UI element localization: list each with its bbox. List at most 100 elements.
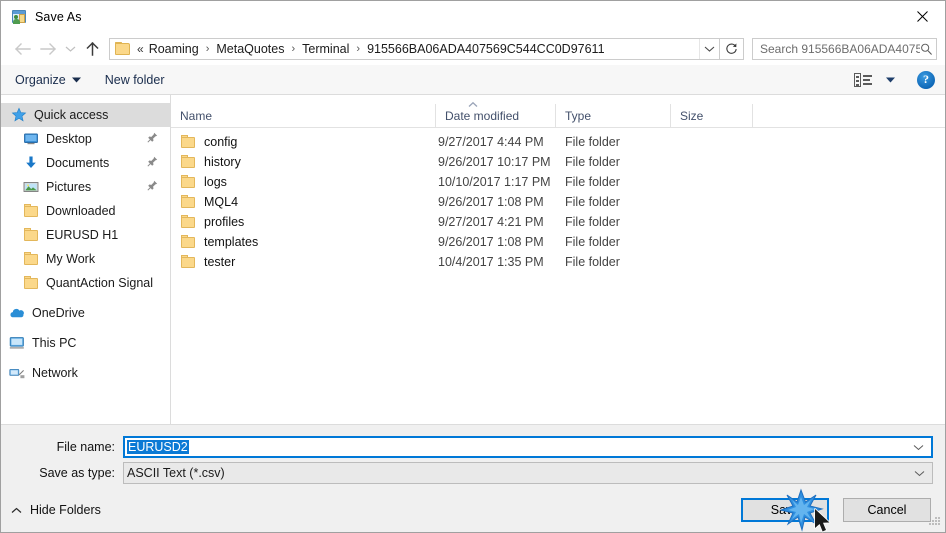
file-type-cell: File folder	[565, 215, 620, 229]
filename-label: File name:	[56, 440, 115, 454]
sidebar-item-documents[interactable]: Documents	[1, 151, 170, 175]
forward-button[interactable]	[35, 36, 61, 62]
view-mode-button[interactable]	[854, 72, 895, 87]
table-row[interactable]: config 9/27/2017 4:44 PM File folder	[171, 132, 945, 152]
sidebar-item-my-work[interactable]: My Work	[1, 247, 170, 271]
up-one-level-button[interactable]	[79, 36, 105, 62]
chevron-down-icon	[704, 46, 715, 52]
chevron-down-icon	[914, 470, 925, 476]
close-icon	[916, 10, 928, 22]
forward-arrow-icon	[39, 42, 56, 55]
column-header-size[interactable]: Size	[671, 104, 753, 127]
address-dropdown-button[interactable]	[699, 38, 719, 59]
filetype-dropdown-button[interactable]	[914, 463, 925, 483]
sidebar-item-quantaction-signal[interactable]: QuantAction Signal	[1, 271, 170, 295]
file-date-cell: 9/26/2017 1:08 PM	[438, 195, 544, 209]
save-as-dialog: Save As « Roaming › MetaQuotes › Termina…	[0, 0, 946, 533]
filetype-value: ASCII Text (*.csv)	[127, 466, 225, 480]
column-header-date-modified[interactable]: Date modified	[436, 104, 556, 127]
sidebar-item-label: Documents	[46, 156, 110, 170]
sidebar-item-label: Downloaded	[46, 204, 116, 218]
file-type-cell: File folder	[565, 255, 620, 269]
folder-icon	[180, 174, 196, 190]
new-folder-label: New folder	[104, 72, 165, 87]
file-name-cell: logs	[171, 174, 436, 190]
sidebar-item-desktop[interactable]: Desktop	[1, 127, 170, 151]
sidebar-item-this-pc[interactable]: This PC	[1, 331, 170, 355]
filename-row: File name: EURUSD2	[1, 436, 945, 458]
table-row[interactable]: logs 10/10/2017 1:17 PM File folder	[171, 172, 945, 192]
breadcrumb-overflow[interactable]: «	[135, 42, 146, 56]
sidebar-item-eurusd-h1[interactable]: EURUSD H1	[1, 223, 170, 247]
save-button[interactable]: Save	[741, 498, 829, 522]
breadcrumb-item-roaming[interactable]: Roaming	[146, 42, 202, 56]
file-name-label: logs	[204, 175, 227, 189]
file-date-cell: 9/27/2017 4:21 PM	[438, 215, 544, 229]
sidebar-item-onedrive[interactable]: OneDrive	[1, 301, 170, 325]
table-row[interactable]: tester 10/4/2017 1:35 PM File folder	[171, 252, 945, 272]
download-arrow-icon	[23, 155, 39, 171]
table-row[interactable]: profiles 9/27/2017 4:21 PM File folder	[171, 212, 945, 232]
table-row[interactable]: MQL4 9/26/2017 1:08 PM File folder	[171, 192, 945, 212]
save-as-icon	[11, 9, 27, 25]
column-header-type[interactable]: Type	[556, 104, 671, 127]
sidebar-item-quick-access[interactable]: Quick access	[1, 103, 170, 127]
folder-icon	[23, 275, 39, 291]
sidebar-item-label: OneDrive	[32, 306, 85, 320]
sidebar-item-network[interactable]: Network	[1, 361, 170, 385]
hide-folders-button[interactable]: Hide Folders	[11, 503, 101, 517]
sidebar-item-downloaded[interactable]: Downloaded	[1, 199, 170, 223]
file-date-cell: 9/26/2017 10:17 PM	[438, 155, 551, 169]
back-arrow-icon	[14, 42, 31, 55]
filename-value: EURUSD2	[127, 440, 189, 454]
network-icon	[9, 365, 25, 381]
folder-icon	[115, 41, 131, 56]
table-row[interactable]: history 9/26/2017 10:17 PM File folder	[171, 152, 945, 172]
file-date-cell: 9/26/2017 1:08 PM	[438, 235, 544, 249]
pin-icon[interactable]	[147, 132, 158, 145]
chevron-down-icon	[71, 77, 81, 82]
cancel-button[interactable]: Cancel	[843, 498, 931, 522]
onedrive-cloud-icon	[9, 305, 25, 321]
chevron-right-icon[interactable]: ›	[352, 43, 364, 55]
column-header-filler	[753, 104, 945, 127]
search-input[interactable]: Search 915566BA06ADA40756...	[752, 37, 937, 60]
folder-icon	[180, 214, 196, 230]
file-type-cell: File folder	[565, 175, 620, 189]
chevron-down-icon	[65, 46, 75, 52]
pin-icon[interactable]	[147, 156, 158, 169]
folder-icon	[23, 227, 39, 243]
organize-button[interactable]: Organize	[15, 73, 81, 87]
sidebar-item-label: EURUSD H1	[46, 228, 119, 242]
breadcrumb-item-metaquotes[interactable]: MetaQuotes	[213, 42, 287, 56]
folder-icon	[180, 194, 196, 210]
file-type-cell: File folder	[565, 235, 620, 249]
search-placeholder: Search 915566BA06ADA40756...	[760, 41, 920, 56]
new-folder-button[interactable]: New folder	[105, 73, 165, 87]
file-date-cell: 10/10/2017 1:17 PM	[438, 175, 551, 189]
breadcrumb-item-terminal[interactable]: Terminal	[299, 42, 352, 56]
file-type-cell: File folder	[565, 195, 620, 209]
breadcrumb-item-instance[interactable]: 915566BA06ADA407569C544CC0D97611	[364, 42, 607, 56]
refresh-button[interactable]	[720, 37, 744, 60]
table-row[interactable]: templates 9/26/2017 1:08 PM File folder	[171, 232, 945, 252]
pin-icon[interactable]	[147, 180, 158, 193]
help-button[interactable]: ?	[917, 70, 935, 89]
sidebar-item-pictures[interactable]: Pictures	[1, 175, 170, 199]
recent-locations-button[interactable]	[61, 36, 79, 62]
folder-icon	[180, 254, 196, 270]
filename-dropdown-button[interactable]	[913, 438, 924, 456]
up-arrow-icon	[85, 41, 99, 56]
chevron-right-icon[interactable]: ›	[287, 43, 299, 55]
chevron-right-icon[interactable]: ›	[202, 43, 214, 55]
save-label: Save	[770, 503, 800, 517]
address-bar[interactable]: « Roaming › MetaQuotes › Terminal › 9155…	[109, 37, 720, 60]
file-rows: config 9/27/2017 4:44 PM File folder his…	[171, 128, 945, 424]
folder-icon	[180, 154, 196, 170]
column-header-name[interactable]: Name	[171, 104, 436, 127]
filetype-select[interactable]: ASCII Text (*.csv)	[123, 462, 933, 484]
back-button[interactable]	[9, 36, 35, 62]
resize-grip-icon[interactable]	[927, 515, 941, 529]
close-button[interactable]	[899, 1, 945, 31]
filename-input[interactable]: EURUSD2	[123, 436, 933, 458]
